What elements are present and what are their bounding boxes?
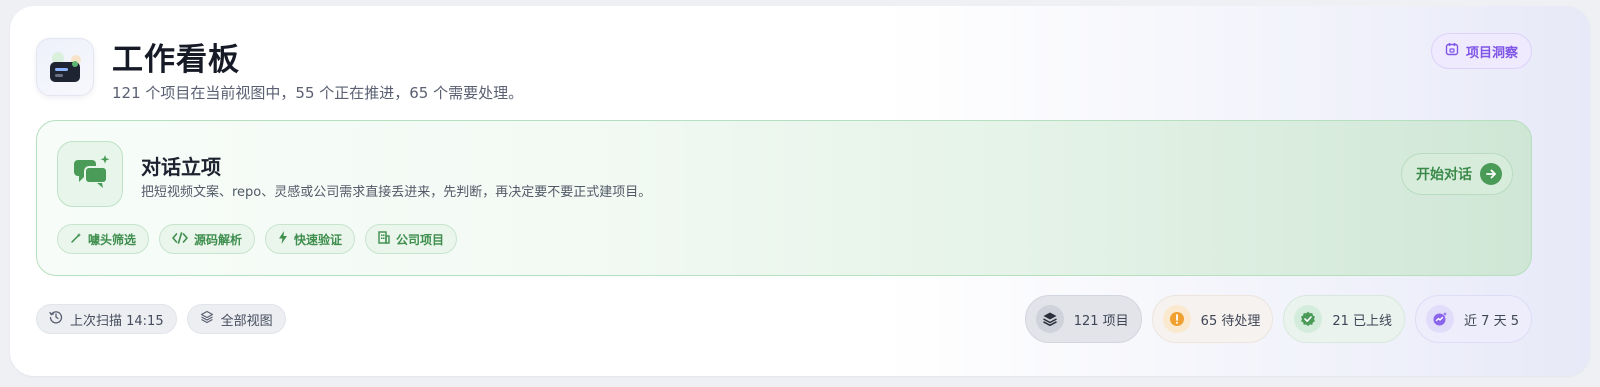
stat-recent-label: 近 7 天 5 [1464, 313, 1519, 329]
history-clock-icon [49, 310, 63, 328]
calendar-icon [1445, 42, 1459, 60]
stat-pending[interactable]: 65 待处理 [1151, 295, 1274, 343]
chip-label: 快速验证 [294, 232, 343, 247]
scan-meta: 上次扫描 14:15 全部视图 [36, 304, 286, 334]
page-title: 工作看板 [112, 42, 240, 78]
building-icon [378, 231, 390, 247]
alert-icon [1162, 305, 1191, 333]
layers-icon [1035, 305, 1064, 333]
project-insight-button[interactable]: 项目洞察 [1430, 33, 1532, 69]
page-subtitle: 121 个项目在当前视图中，55 个正在推进，65 个需要处理。 [112, 84, 524, 102]
layers-icon [200, 310, 214, 328]
view-selector[interactable]: 全部视图 [186, 304, 286, 334]
activity-icon [1426, 305, 1455, 333]
chip-source-analysis[interactable]: 源码解析 [159, 224, 256, 254]
stat-online[interactable]: 21 已上线 [1283, 295, 1406, 343]
code-icon [172, 231, 188, 247]
project-insight-label: 项目洞察 [1465, 45, 1518, 61]
chat-intake-panel: 对话立项 把短视频文案、repo、灵感或公司需求直接丢进来，先判断，再决定要不要… [36, 120, 1532, 276]
chip-company-project[interactable]: 公司项目 [365, 224, 458, 254]
chat-bubbles-icon [57, 141, 123, 207]
intake-title: 对话立项 [141, 155, 221, 179]
verified-badge-icon [1294, 305, 1323, 333]
chip-quick-validation[interactable]: 快速验证 [265, 224, 356, 254]
chip-label: 公司项目 [396, 232, 445, 247]
stat-projects-label: 121 项目 [1073, 313, 1129, 329]
last-scan-badge: 上次扫描 14:15 [36, 304, 177, 334]
arrow-right-icon [1480, 163, 1502, 185]
stat-projects[interactable]: 121 项目 [1024, 295, 1142, 343]
intake-description: 把短视频文案、repo、灵感或公司需求直接丢进来，先判断，再决定要不要正式建项目… [141, 185, 652, 200]
intake-chip-list: 噱头筛选 源码解析 快速验证 公司项目 [57, 224, 458, 254]
start-chat-button[interactable]: 开始对话 [1401, 153, 1513, 195]
chip-label: 源码解析 [194, 232, 243, 247]
stat-recent[interactable]: 近 7 天 5 [1415, 295, 1532, 343]
stat-online-label: 21 已上线 [1332, 313, 1393, 329]
lightning-icon [278, 231, 288, 247]
last-scan-label: 上次扫描 14:15 [70, 313, 164, 329]
chip-label: 噱头筛选 [88, 232, 137, 247]
magic-wand-icon [70, 232, 82, 247]
stats-bar: 121 项目 65 待处理 21 已上线 近 7 天 5 [1024, 295, 1532, 343]
view-label: 全部视图 [220, 313, 273, 329]
chip-gimmick-filter[interactable]: 噱头筛选 [57, 224, 150, 254]
app-logo-icon [36, 38, 94, 96]
stat-pending-label: 65 待处理 [1200, 313, 1261, 329]
start-chat-label: 开始对话 [1416, 167, 1472, 183]
dashboard-card: 工作看板 121 个项目在当前视图中，55 个正在推进，65 个需要处理。 项目… [10, 6, 1590, 376]
